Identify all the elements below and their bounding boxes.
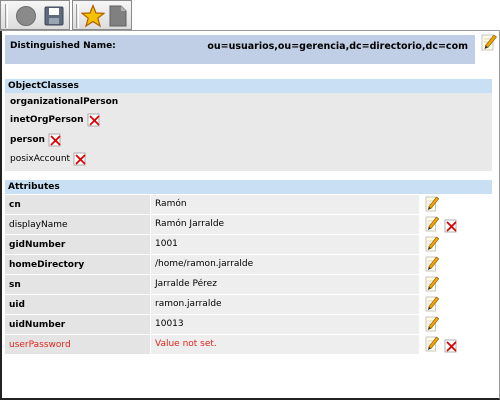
objectclass-name: organizationalPerson	[10, 97, 119, 107]
attribute-actions	[420, 215, 492, 234]
delete-objectclass-icon[interactable]	[87, 113, 101, 127]
toolbar-group-file	[0, 0, 70, 30]
attribute-name: cn	[5, 195, 150, 214]
objectclass-name: posixAccount	[10, 154, 71, 164]
edit-attribute-pencil-icon[interactable]	[425, 216, 439, 232]
dn-label: Distinguished Name:	[10, 41, 116, 51]
delete-attribute-icon[interactable]	[444, 339, 458, 353]
objectclass-name: person	[10, 135, 45, 145]
attribute-name: userPassword	[5, 335, 150, 354]
attribute-value[interactable]: Jarralde Pérez	[151, 275, 419, 294]
attribute-name: uid	[5, 295, 150, 314]
delete-objectclass-icon[interactable]	[73, 152, 87, 166]
attribute-row: uidNumber 10013	[5, 315, 492, 335]
attribute-actions	[420, 295, 492, 314]
attribute-value[interactable]: 10013	[151, 315, 419, 334]
attribute-name: uidNumber	[5, 315, 150, 334]
attribute-actions	[420, 335, 492, 354]
attribute-row: userPassword Value not set.	[5, 335, 492, 355]
attribute-name: gidNumber	[5, 235, 150, 254]
edit-attribute-pencil-icon[interactable]	[425, 236, 439, 252]
edit-attribute-pencil-icon[interactable]	[425, 276, 439, 292]
record-icon[interactable]	[14, 4, 38, 28]
attribute-value[interactable]: /home/ramon.jarralde	[151, 255, 419, 274]
document-icon[interactable]	[106, 4, 130, 28]
edit-attribute-pencil-icon[interactable]	[425, 316, 439, 332]
attribute-actions	[420, 255, 492, 274]
attribute-value[interactable]: 1001	[151, 235, 419, 254]
edit-attribute-pencil-icon[interactable]	[425, 256, 439, 272]
delete-objectclass-icon[interactable]	[48, 133, 62, 147]
attribute-name: homeDirectory	[5, 255, 150, 274]
objectclass-item: person	[10, 132, 62, 148]
attribute-row: cn Ramón	[5, 195, 492, 215]
attribute-value[interactable]: Value not set.	[151, 335, 419, 354]
attribute-actions	[420, 315, 492, 334]
attribute-row: uid ramon.jarralde	[5, 295, 492, 315]
attribute-row: homeDirectory/home/ramon.jarralde	[5, 255, 492, 275]
delete-attribute-icon[interactable]	[444, 219, 458, 233]
objectclass-item: organizationalPerson	[10, 94, 118, 110]
attribute-name: sn	[5, 275, 150, 294]
attribute-value[interactable]: Ramón	[151, 195, 419, 214]
attribute-row: gidNumber 1001	[5, 235, 492, 255]
objectclasses-header: ObjectClasses	[5, 79, 492, 93]
favorite-star-icon[interactable]	[81, 4, 105, 28]
attribute-actions	[420, 235, 492, 254]
toolbar-grip	[5, 4, 8, 28]
attribute-row: sn Jarralde Pérez	[5, 275, 492, 295]
edit-attribute-pencil-icon[interactable]	[425, 296, 439, 312]
entry-frame: Distinguished Name: ou=usuarios,ou=geren…	[0, 31, 500, 400]
attribute-row: displayName Ramón Jarralde	[5, 215, 492, 235]
edit-attribute-pencil-icon[interactable]	[425, 336, 439, 352]
objectclass-item: inetOrgPerson	[10, 112, 101, 128]
attribute-name: displayName	[5, 215, 150, 234]
toolbar-grip	[76, 4, 79, 28]
objectclasses-list: organizationalPerson inetOrgPerson perso…	[5, 93, 492, 171]
objectclass-item: posixAccount	[10, 151, 87, 167]
attribute-value[interactable]: Ramón Jarralde	[151, 215, 419, 234]
distinguished-name-box: Distinguished Name: ou=usuarios,ou=geren…	[5, 35, 475, 64]
attribute-actions	[420, 195, 492, 214]
toolbar-group-entry	[72, 0, 132, 30]
objectclass-name: inetOrgPerson	[10, 115, 84, 125]
rename-pencil-icon[interactable]	[481, 34, 497, 51]
attribute-actions	[420, 275, 492, 294]
save-icon[interactable]	[42, 4, 66, 28]
attributes-header: Attributes	[5, 180, 492, 194]
toolbar	[0, 0, 500, 31]
edit-attribute-pencil-icon[interactable]	[425, 196, 439, 212]
dn-value: ou=usuarios,ou=gerencia,dc=directorio,dc…	[207, 41, 468, 52]
attribute-value[interactable]: ramon.jarralde	[151, 295, 419, 314]
